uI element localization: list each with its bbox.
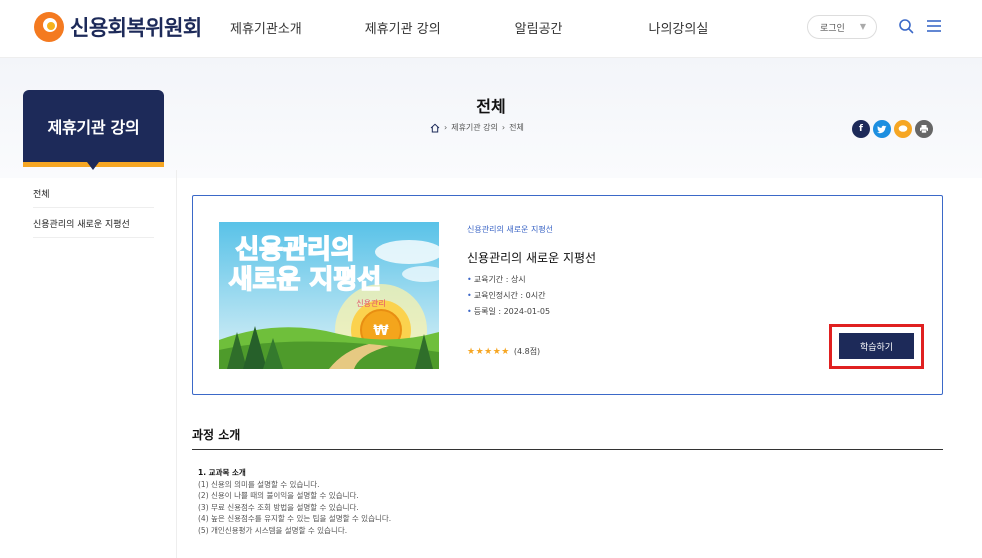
intro-divider	[192, 449, 943, 450]
facebook-icon[interactable]: f	[852, 120, 870, 138]
breadcrumb-separator: ›	[444, 123, 448, 132]
login-select[interactable]: 로그인 ▼	[807, 15, 877, 39]
sidebar-title: 제휴기관 강의	[47, 118, 140, 137]
nav-notice[interactable]: 알림공간	[515, 18, 563, 37]
search-icon[interactable]	[898, 18, 914, 34]
rating-score: (4.8점)	[513, 347, 541, 356]
intro-body: 1. 교과목 소개 (1) 신용의 의미를 설명할 수 있습니다. (2) 신용…	[198, 467, 391, 536]
message-icon[interactable]	[894, 120, 912, 138]
thumb-badge: 신용관리	[356, 298, 385, 308]
course-title[interactable]: 신용관리의 새로운 지평선	[467, 249, 596, 266]
login-label: 로그인	[820, 23, 845, 34]
meta-hours: • 교육인정시간 : 0시간	[467, 291, 546, 300]
main-nav: 제휴기관소개 제휴기관 강의 알림공간 나의강의실	[230, 18, 708, 37]
sidebar-menu: 전체 신용관리의 새로운 지평선	[33, 186, 154, 246]
page-title: 전체	[476, 97, 506, 116]
study-button[interactable]: 학습하기	[839, 333, 914, 359]
twitter-icon[interactable]	[873, 120, 891, 138]
nav-partner-intro[interactable]: 제휴기관소개	[230, 18, 302, 37]
course-card: ₩ 신용관리의 새로운 지평선 신용관리 신용관리의 새로운 지평선 신용관리의…	[192, 195, 943, 395]
sidebar-arrow-icon	[87, 162, 99, 170]
intro-line: (3) 무료 신용점수 조회 방법을 설명할 수 있습니다.	[198, 502, 359, 512]
share-buttons: f	[852, 120, 933, 138]
logo-text: 신용회복위원회	[70, 16, 202, 40]
intro-line: (2) 신용이 나쁠 때의 불이익을 설명할 수 있습니다.	[198, 491, 359, 500]
home-icon[interactable]	[430, 123, 440, 133]
nav-partner-lectures[interactable]: 제휴기관 강의	[365, 18, 441, 37]
chevron-down-icon: ▼	[859, 22, 866, 31]
course-thumbnail-illustration: ₩ 신용관리의 새로운 지평선 신용관리	[219, 222, 439, 369]
intro-line: (1) 신용의 의미를 설명할 수 있습니다.	[198, 479, 320, 489]
hamburger-menu-icon[interactable]	[926, 19, 942, 33]
thumb-title-line2: 새로운 지평선	[229, 265, 382, 295]
course-meta: • 교육기간 : 상시 • 교육인정시간 : 0시간 • 등록일 : 2024-01-…	[467, 272, 550, 320]
intro-line: (5) 개인신용평가 시스템을 설명할 수 있습니다.	[198, 525, 348, 535]
site-logo[interactable]: 신용회복위원회	[34, 12, 202, 42]
breadcrumb-separator: ›	[501, 123, 506, 132]
course-thumbnail[interactable]: ₩ 신용관리의 새로운 지평선 신용관리	[219, 222, 439, 369]
star-rating-icon: ★★★★★	[467, 346, 510, 357]
meta-registered: • 등록일 : 2024-01-05	[467, 307, 551, 316]
logo-mark-icon	[34, 12, 64, 42]
sidebar-item-all[interactable]: 전체	[33, 186, 154, 208]
meta-period: • 교육기간 : 상시	[467, 275, 526, 284]
nav-my-classroom[interactable]: 나의강의실	[649, 18, 709, 37]
breadcrumb-item-current: 전체	[509, 123, 524, 132]
print-icon[interactable]	[915, 120, 933, 138]
thumb-title-line1: 신용관리의	[235, 235, 355, 265]
breadcrumb: › 제휴기관 강의 › 전체	[430, 122, 524, 133]
sidebar-divider	[176, 170, 177, 558]
intro-heading: 1. 교과목 소개	[198, 468, 246, 477]
course-rating: ★★★★★ (4.8점)	[467, 346, 540, 357]
svg-text:₩: ₩	[373, 323, 389, 339]
sidebar-item-course[interactable]: 신용관리의 새로운 지평선	[33, 216, 154, 238]
course-category[interactable]: 신용관리의 새로운 지평선	[467, 224, 553, 235]
intro-title: 과정 소개	[192, 428, 241, 442]
breadcrumb-item-lectures[interactable]: 제휴기관 강의	[451, 122, 498, 133]
site-header: 신용회복위원회 제휴기관소개 제휴기관 강의 알림공간 나의강의실 로그인 ▼	[0, 0, 982, 58]
intro-line: (4) 높은 신용점수를 유지할 수 있는 팁을 설명할 수 있습니다.	[198, 514, 392, 523]
